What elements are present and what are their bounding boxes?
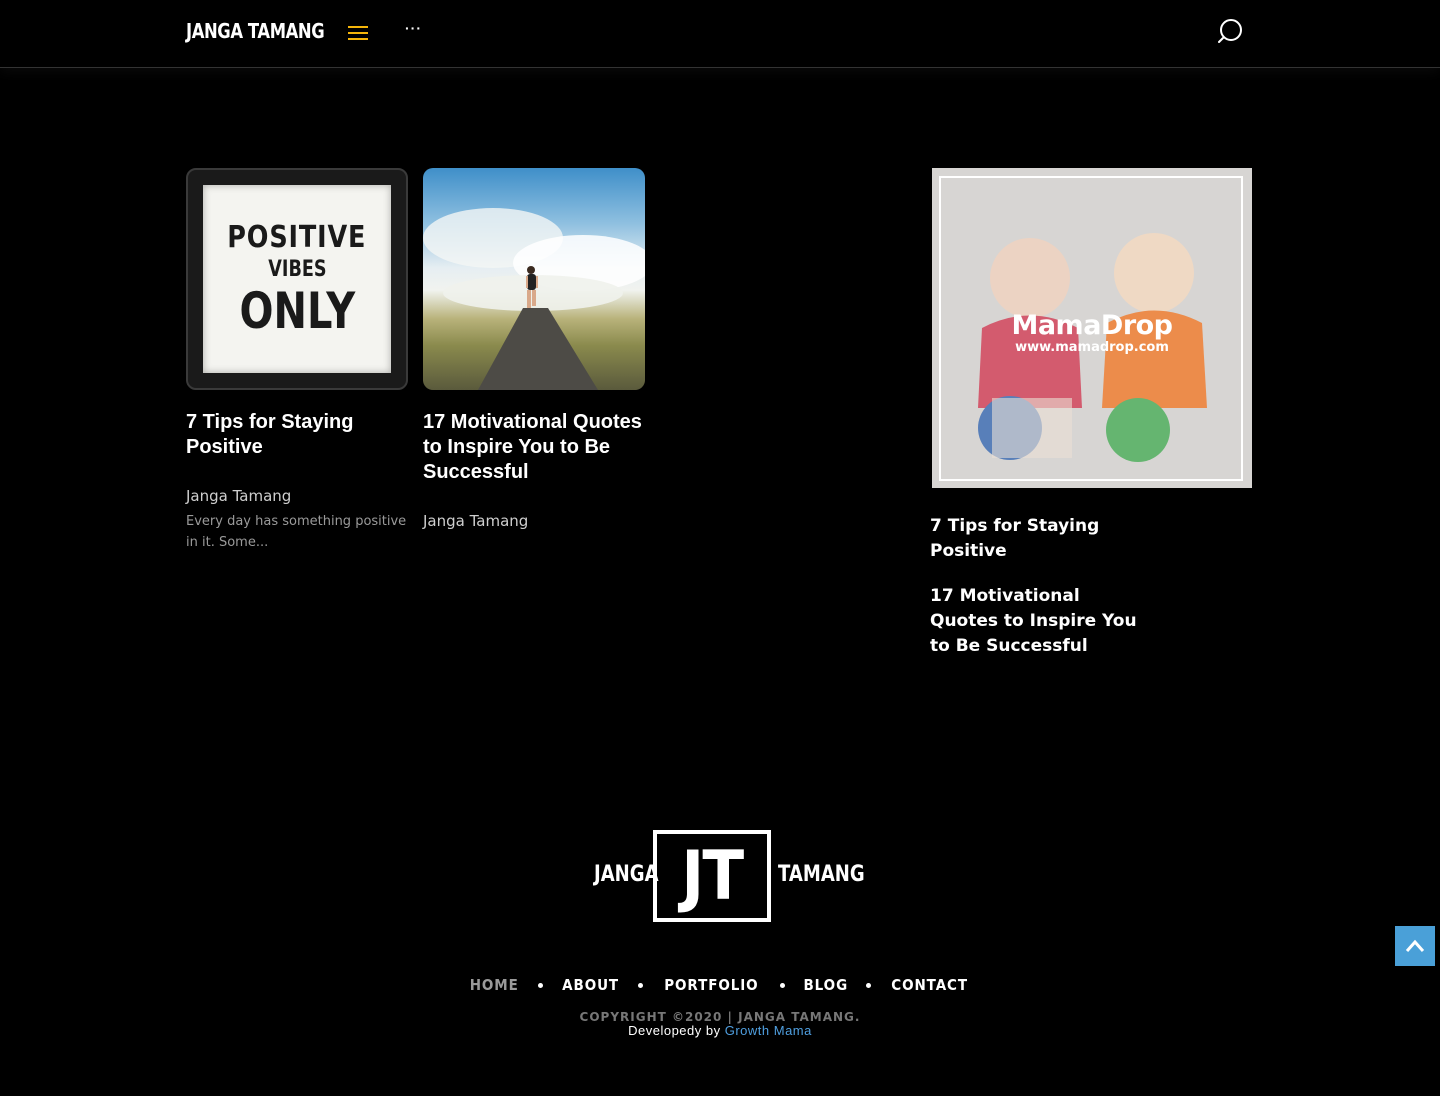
logo-text-left: JANGA [594,862,659,887]
chevron-up-icon [1405,939,1425,952]
footer-nav-contact[interactable]: CONTACT [892,976,969,994]
footer-nav-portfolio[interactable]: PORTFOLIO [664,976,758,994]
post-excerpt: Every day has something positive in it. … [186,514,407,550]
more-menu-button[interactable]: ··· [405,20,422,36]
post-title[interactable]: 7 Tips for Staying Positive [186,410,408,460]
ad-brand: MamaDrop [1011,310,1173,341]
image-text-line: POSITIVE [227,220,367,255]
mamadrop-ad[interactable]: MamaDrop www.mamadrop.com [932,168,1252,488]
post-thumbnail[interactable] [423,168,645,390]
logo-mark: JT [653,830,771,922]
sidebar-post-link[interactable]: 17 Motivational Quotes to Inspire You to… [930,584,1150,659]
sidebar-post-link[interactable]: 7 Tips for Staying Positive [930,514,1150,564]
footer-nav-home[interactable]: HOME [470,976,519,994]
runner-on-road-image [423,208,645,390]
logo-text-right: TAMANG [778,862,865,887]
positive-vibes-image: POSITIVE VIBES ONLY [203,185,391,373]
copyright-text: COPYRIGHT ©2020 | JANGA TAMANG. [579,1010,861,1024]
footer-logo[interactable]: JANGA JT TAMANG [0,830,1440,922]
developed-by-label: Developedy by [628,1023,721,1038]
image-text-line: ONLY [239,282,355,340]
nav-separator [779,982,785,988]
footer-nav-blog[interactable]: BLOG [803,976,848,994]
logo-mark-text: JT [681,836,745,916]
post-author[interactable]: Janga Tamang [186,487,408,505]
post-thumbnail[interactable]: POSITIVE VIBES ONLY [186,168,408,390]
nav-separator [866,982,872,988]
developer-link[interactable]: Growth Mama [725,1023,812,1038]
footer-nav-about[interactable]: ABOUT [562,976,619,994]
search-icon[interactable] [1216,16,1246,46]
back-to-top-button[interactable] [1395,926,1435,966]
image-text-line: VIBES [267,257,327,282]
site-header: JANGA TAMANG ··· [0,0,1440,68]
post-card: POSITIVE VIBES ONLY 7 Tips for Staying P… [186,168,408,553]
developed-by: Developedy by Growth Mama [0,1023,1440,1038]
footer-nav: HOME ABOUT PORTFOLIO BLOG CONTACT [0,976,1440,994]
nav-separator [537,982,543,988]
nav-separator [638,982,644,988]
site-title[interactable]: JANGA TAMANG [186,19,325,43]
ad-url: www.mamadrop.com [1015,340,1169,355]
hamburger-menu-icon[interactable] [346,24,370,42]
post-title[interactable]: 17 Motivational Quotes to Inspire You to… [423,410,645,485]
post-author[interactable]: Janga Tamang [423,512,645,530]
post-card: 17 Motivational Quotes to Inspire You to… [423,168,645,530]
